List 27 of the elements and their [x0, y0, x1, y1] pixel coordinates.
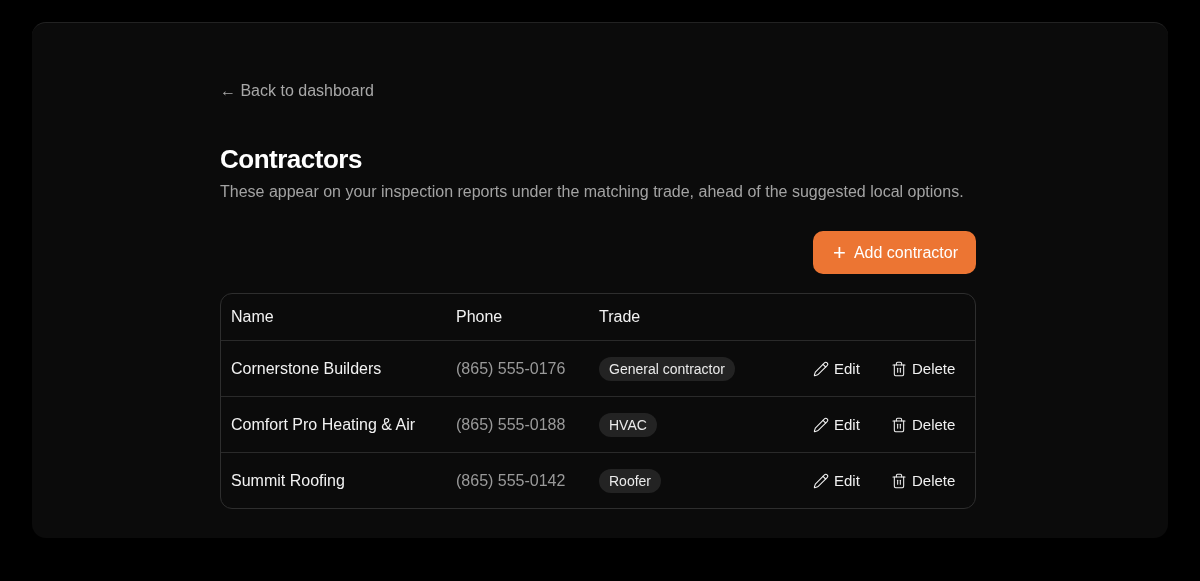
delete-button[interactable]: Delete: [891, 472, 956, 489]
table-cell-text: Comfort Pro Heating & Air: [231, 415, 417, 434]
trade-tag: HVAC: [599, 412, 657, 437]
page-title: Contractors: [220, 143, 363, 175]
trade-tag: General contractor: [599, 356, 735, 381]
pencil-icon: [813, 360, 829, 377]
edit-button[interactable]: Edit: [813, 416, 860, 433]
table-cell-text: Cornerstone Builders: [231, 359, 383, 378]
table-cell-text: Summit Roofing: [231, 471, 346, 490]
column-header: Phone: [456, 308, 504, 326]
column-header: Trade: [599, 308, 642, 326]
trade-tag: Roofer: [599, 468, 662, 493]
table-cell-text: (865) 555-0142: [456, 471, 567, 490]
pencil-icon: [813, 416, 829, 433]
table-cell-text: (865) 555-0176: [456, 359, 567, 378]
edit-button[interactable]: Edit: [813, 360, 860, 377]
page-description: These appear on your inspection reports under the matching trade, ahead of the suggested local options.: [220, 182, 965, 202]
trash-icon: [891, 416, 907, 433]
pencil-icon: [813, 472, 829, 489]
back-link[interactable]: ← Back to dashboard: [220, 81, 374, 101]
edit-button[interactable]: Edit: [813, 472, 860, 489]
delete-button[interactable]: Delete: [891, 416, 956, 433]
column-header: Name: [231, 308, 275, 326]
trash-icon: [891, 472, 907, 489]
delete-button[interactable]: Delete: [891, 360, 956, 377]
trash-icon: [891, 360, 907, 377]
table-cell-text: (865) 555-0188: [456, 415, 567, 434]
